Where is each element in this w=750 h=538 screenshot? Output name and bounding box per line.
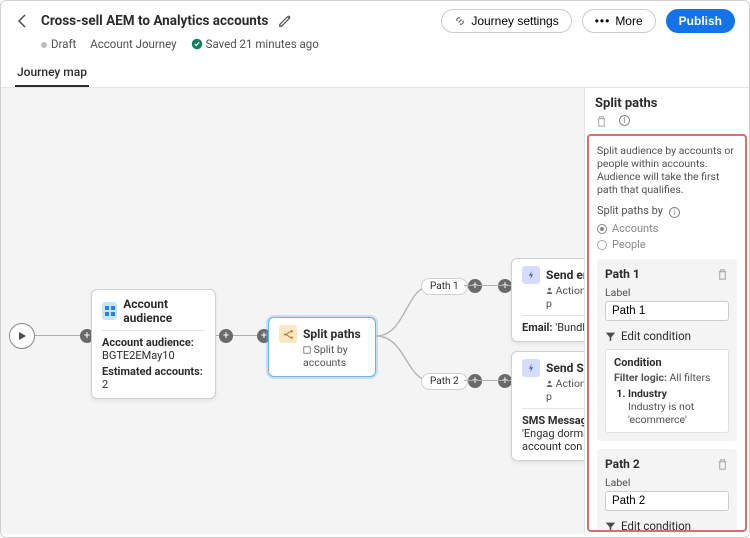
check-icon — [191, 38, 203, 50]
filter-icon — [605, 331, 616, 342]
delete-icon[interactable] — [595, 115, 608, 128]
panel-title: Split paths — [585, 88, 749, 115]
back-icon[interactable] — [15, 13, 31, 29]
path-1-label[interactable]: Path 1 — [421, 278, 468, 295]
play-icon — [17, 331, 27, 341]
delete-path-icon[interactable] — [716, 458, 729, 471]
path-2-label-input[interactable] — [605, 491, 729, 511]
edit-icon[interactable] — [278, 14, 292, 28]
info-icon[interactable]: i — [619, 115, 630, 126]
path-2-card: Path 2 Label Edit condition Condition Fi… — [597, 449, 737, 532]
publish-button[interactable]: Publish — [666, 9, 735, 33]
journey-canvas[interactable]: + Account audience Account audience: BGT… — [1, 88, 584, 534]
radio-accounts[interactable]: Accounts — [597, 222, 737, 235]
person-icon — [546, 380, 553, 387]
split-by-label: Split paths by i — [597, 204, 737, 218]
condition-summary: Condition Filter logic: All filters Indu… — [605, 349, 729, 433]
radio-people[interactable]: People — [597, 238, 737, 251]
split-paths-panel: Split paths i Split audience by accounts… — [584, 88, 749, 534]
more-button[interactable]: ••• More — [582, 9, 656, 33]
split-icon — [279, 325, 297, 343]
person-icon — [546, 287, 553, 294]
bolt-icon — [522, 359, 540, 377]
delete-path-icon[interactable] — [716, 268, 729, 281]
add-node-icon[interactable]: + — [219, 329, 233, 343]
journey-settings-button[interactable]: Journey settings — [441, 9, 571, 33]
link-icon — [454, 15, 466, 27]
node-send-email[interactable]: Send email Action on p Email: 'Bundle pr… — [511, 258, 584, 342]
edit-condition-button[interactable]: Edit condition — [605, 329, 729, 343]
saved-status: Saved 21 minutes ago — [191, 37, 319, 51]
tab-journey-map[interactable]: Journey map — [15, 57, 89, 87]
status-draft: Draft — [41, 37, 76, 51]
node-send-sms[interactable]: Send SMS Action on p SMS Message: 'Engag… — [511, 351, 584, 461]
start-node[interactable] — [9, 323, 35, 349]
page-title: Cross-sell AEM to Analytics accounts — [41, 13, 268, 29]
bolt-icon — [522, 266, 540, 284]
edit-condition-button[interactable]: Edit condition — [605, 519, 729, 532]
path-1-label-input[interactable] — [605, 301, 729, 321]
path-1-card: Path 1 Label Edit condition Condition Fi… — [597, 259, 737, 441]
building-icon — [303, 346, 311, 354]
node-split-paths[interactable]: Split paths Split by accounts — [268, 317, 376, 377]
panel-desc: Split audience by accounts or people wit… — [597, 144, 737, 196]
journey-type: Account Journey — [90, 37, 176, 51]
filter-icon — [605, 521, 616, 532]
grid-icon — [102, 302, 117, 320]
info-icon[interactable]: i — [669, 207, 680, 218]
ellipsis-icon: ••• — [595, 14, 611, 28]
path-2-label[interactable]: Path 2 — [421, 373, 468, 390]
node-account-audience[interactable]: Account audience Account audience: BGTE2… — [91, 289, 216, 399]
